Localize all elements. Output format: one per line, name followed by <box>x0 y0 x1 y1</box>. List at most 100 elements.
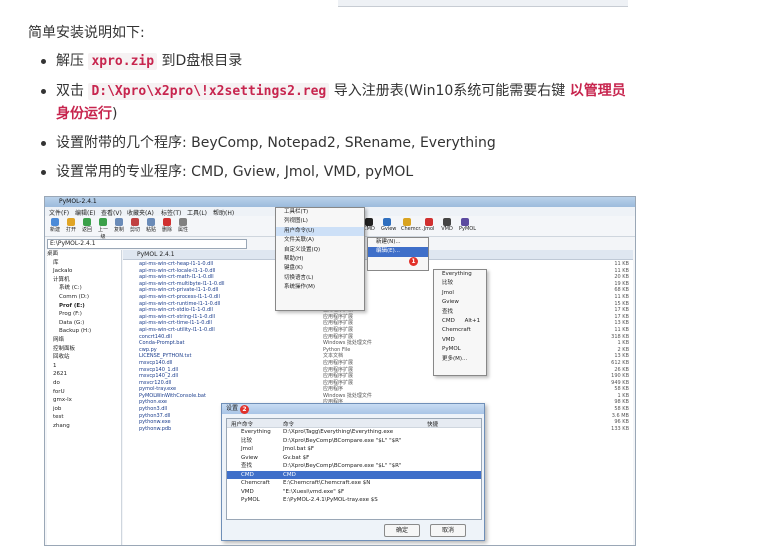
file-size: 98 KB <box>614 399 629 406</box>
command-row: Jmol Jmol.bat $F <box>227 445 481 454</box>
file-row: pymol-tray.exe 应用程序 58 KB <box>123 386 633 393</box>
file-size: 17 KB <box>614 313 629 320</box>
command-row: CMD CMD <box>227 470 481 479</box>
dialog-title: 设置 <box>222 404 484 414</box>
code-reg-path: D:\Xpro\x2pro\!x2settings2.reg <box>88 83 330 100</box>
menu-entry: PyMOL <box>442 346 461 353</box>
menu-entry: 列视图(L) <box>284 218 308 225</box>
tree-item: job <box>53 405 62 412</box>
menu-entry: 查找 <box>442 308 454 315</box>
commands-list-menu: Everything 比较 Jmol Gview 查找 CMD Alt+1 Ch… <box>433 269 487 376</box>
file-type: 应用程序扩展 <box>323 373 354 380</box>
tree-item: 库 <box>53 259 59 266</box>
file-size: 15 KB <box>614 300 629 307</box>
tree-item: 2621 <box>53 371 67 378</box>
file-size: 318 KB <box>611 333 629 340</box>
file-row: api-ms-win-crt-private-l1-1-0.dll应用程序扩展6… <box>123 287 633 294</box>
file-row: api-ms-win-crt-stdio-l1-1-0.dll应用程序扩展17 … <box>123 307 633 314</box>
file-name: api-ms-win-crt-time-l1-1-0.dll <box>139 320 212 327</box>
step-import-reg: 双击 D:\Xpro\x2pro\!x2settings2.reg 导入注册表(… <box>38 80 638 125</box>
file-name: PyMOLWinWithConsole.bat <box>139 392 206 399</box>
file-type: 应用程序扩展 <box>323 359 354 366</box>
menu-entry: Gview <box>442 299 459 306</box>
file-size: 68 KB <box>614 287 629 294</box>
file-size: 949 KB <box>611 379 629 386</box>
toolbar-button: VMD <box>441 218 453 232</box>
command-name: VMD <box>241 488 254 495</box>
step-text: 到D盘根目录 <box>157 53 243 69</box>
file-name: api-ms-win-crt-multibyte-l1-1-0.dll <box>139 280 225 287</box>
tree-item: 计算机 <box>53 276 70 283</box>
step-text: 解压 <box>56 53 89 69</box>
user-commands-submenu: 新建(N)... 编辑(E)... <box>367 237 429 271</box>
file-name: pythonw.exe <box>139 419 171 426</box>
tree-item: zhang <box>53 422 70 429</box>
file-name: python.exe <box>139 399 167 406</box>
command-line: D:\Xpro\BeyComp\BCompare.exe "$L" "$R" <box>283 463 402 469</box>
file-row: api-ms-win-crt-time-l1-1-0.dll 应用程序扩展 13 K… <box>123 320 633 327</box>
command-line: Gv.bat $F <box>283 454 310 461</box>
menu-entry: 工具栏(T) <box>284 209 309 215</box>
tree-item: 系统 (C:) <box>59 285 82 292</box>
tree-item: Prog (F:) <box>59 311 82 318</box>
tree-item: 桌面 <box>47 251 59 257</box>
file-size: 2 KB <box>617 346 629 353</box>
shortcut-key: Alt+1 <box>464 318 481 325</box>
toolbar-button: 打开 <box>65 218 77 233</box>
file-name: msvcr120.dll <box>139 379 172 386</box>
file-name: api-ms-win-crt-utility-l1-1-0.dll <box>139 326 215 333</box>
file-name: api-ms-win-crt-string-l1-1-0.dll <box>139 313 215 320</box>
file-size: 11 KB <box>614 293 629 300</box>
file-name: LICENSE_PYTHON.txt <box>139 353 192 360</box>
col-header: 用户命令 <box>231 422 254 428</box>
file-size: 11 KB <box>614 326 629 333</box>
settings-dialog: 设置 2 用户命令 命令 快捷 Everything D:\Xpro\Tagg\E… <box>221 403 485 541</box>
tree-item: Backup (H:) <box>59 328 92 335</box>
menu-entry: 自定义设置(Q) <box>284 246 321 253</box>
menu-entry: 新建(N)... <box>376 239 401 245</box>
intro-text: 简单安装说明如下: <box>28 25 145 41</box>
col-header: 快捷 <box>427 422 439 428</box>
file-name: msvcp140_1.dll <box>139 366 179 373</box>
folder-tree: 桌面 库 Jackalo 计算机 系统 (C:) Comm (D:) Prof … <box>47 250 122 545</box>
file-size: 17 KB <box>614 307 629 314</box>
file-name: concrt140.dll <box>139 333 172 340</box>
file-size: 26 KB <box>614 366 629 373</box>
file-name: api-ms-win-crt-heap-l1-1-0.dll <box>139 261 214 267</box>
toolbar-button: PyMOL <box>459 218 476 232</box>
file-row: msvcp140.dll 应用程序扩展 612 KB <box>123 360 633 367</box>
file-name: python3.dll <box>139 406 168 413</box>
file-name: Conda-Prompt.bat <box>139 340 185 347</box>
command-row: Chemcraft E:\Chemcraft\Chemcraft.exe $N <box>227 479 481 488</box>
file-name: api-ms-win-crt-process-l1-1-0.dll <box>139 293 220 300</box>
file-row: api-ms-win-crt-string-l1-1-0.dll 应用程序扩展 17… <box>123 314 633 321</box>
step-text: 双击 <box>56 83 89 99</box>
file-size: 11 KB <box>614 267 629 274</box>
command-name: Chemcraft <box>241 480 270 486</box>
command-row: VMD "E:\Xuesi\vmd.exe" $F <box>227 488 481 497</box>
file-size: 13 KB <box>614 320 629 327</box>
file-size: 20 KB <box>614 274 629 281</box>
menu-entry: 比较 <box>442 280 454 287</box>
embedded-screenshot: PyMOL-2.4.1 文件(F) 编辑(E) 查看(V) 收藏夹(A) 标签(… <box>44 196 636 546</box>
tree-item: gmx-lx <box>53 397 72 404</box>
command-row: PyMOL E:\PyMOL-2.4.1\PyMOL-tray.exe $S <box>227 496 481 505</box>
toolbar-button: 上一级 <box>97 218 109 240</box>
window-title: PyMOL-2.4.1 <box>59 198 97 205</box>
step-bundled-programs: 设置附带的几个程序: BeyComp, Notepad2, SRename, E… <box>38 132 638 154</box>
toolbar-button: Gview <box>381 218 396 232</box>
tree-item: 回收站 <box>53 354 70 361</box>
file-name: msvcp140_2.dll <box>139 373 179 380</box>
menu-entry: VMD <box>442 336 455 343</box>
step-badge-1: 1 <box>409 257 418 266</box>
file-name: api-ms-win-crt-locale-l1-1-0.dll <box>139 267 216 274</box>
file-name: api-ms-win-crt-runtime-l1-1-0.dll <box>139 300 221 307</box>
file-name: msvcp140.dll <box>139 359 173 366</box>
file-size: 3.6 MB <box>611 412 629 419</box>
file-name: api-ms-win-crt-private-l1-1-0.dll <box>139 287 219 294</box>
pane-tab: PyMOL 2.4.1 <box>137 251 175 258</box>
tree-item: Jackalo <box>53 268 73 275</box>
command-line: "E:\Xuesi\vmd.exe" $F <box>283 488 345 495</box>
menu-entry: 更多(M)... <box>442 355 468 362</box>
file-size: 612 KB <box>611 359 629 366</box>
